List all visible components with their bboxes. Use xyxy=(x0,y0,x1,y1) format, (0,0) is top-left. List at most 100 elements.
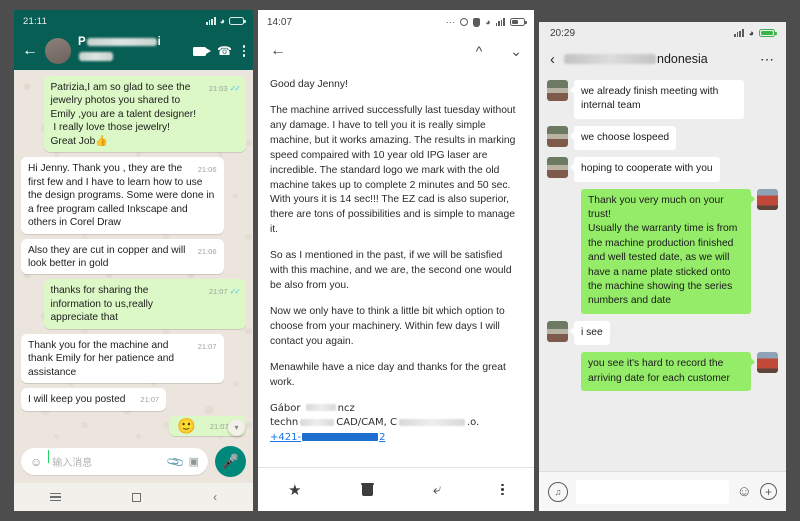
signal-bars-icon xyxy=(734,29,744,37)
redaction-bar xyxy=(86,37,157,46)
message-text: thanks for sharing the information to us… xyxy=(50,285,156,324)
wifi-icon: ◕ xyxy=(748,27,754,38)
back-arrow-icon[interactable]: ← xyxy=(22,43,38,59)
status-icons: ⋯ ◕ xyxy=(445,16,527,28)
chevron-down-icon[interactable]: ▾ xyxy=(228,419,245,436)
message-time: 21:07 xyxy=(208,287,228,297)
trash-icon[interactable] xyxy=(360,483,374,496)
redaction-bar xyxy=(300,418,335,426)
whatsapp-status-bar: 21:11 ◕ xyxy=(14,10,253,32)
chevron-up-icon[interactable]: ^ xyxy=(476,43,483,60)
home-icon[interactable] xyxy=(132,492,142,502)
wechat-input-bar: ♫ ☺ + xyxy=(539,471,786,511)
avatar[interactable] xyxy=(547,125,568,147)
chat-title-text: ndonesia xyxy=(657,52,708,66)
back-icon[interactable]: ‹ xyxy=(213,490,217,504)
signature-role: techn CAD/CAM, C .o. xyxy=(270,417,480,429)
wechat-message-list[interactable]: we already finish meeting with internal … xyxy=(539,74,786,471)
message-meta: 21:06 xyxy=(198,165,217,175)
contact-name-suffix: i xyxy=(157,36,161,48)
email-toolbar: ← ^ ⌄ xyxy=(258,34,534,68)
battery-icon xyxy=(229,17,246,25)
message-meta: 21:07 xyxy=(198,342,217,352)
message-text: Patrizia,I am so glad to see the jewelry… xyxy=(50,82,197,147)
signature-phone[interactable]: +421- 2 xyxy=(270,431,522,446)
email-signature: Gábor ncz techn CAD/CAM, C .o. +421- 2 xyxy=(270,402,522,446)
message-bubble: 21:03 ✓✓ Patrizia,I am so glad to see the… xyxy=(43,76,246,153)
screenshot-stage: 21:11 ◕ ← Pi ☎ 21:03 ✓✓ Patrizia,I am so… xyxy=(0,0,800,521)
android-nav-bar: ‹ xyxy=(14,483,253,511)
overflow-menu-icon[interactable] xyxy=(242,45,245,57)
contact-name-block[interactable]: Pi xyxy=(78,36,186,66)
status-clock: 20:29 xyxy=(550,27,576,39)
paperclip-icon[interactable]: 📎 xyxy=(165,451,185,471)
message-time: 21:07 xyxy=(209,421,229,431)
avatar[interactable] xyxy=(45,38,71,64)
header-actions: ☎ xyxy=(192,44,245,58)
message-text: Hi Jenny. Thank you , they are the first… xyxy=(28,163,218,229)
emoji-icon[interactable]: ☺ xyxy=(30,455,42,469)
read-receipt-icon: ✓✓ xyxy=(229,287,241,297)
message-input[interactable]: ☺ 输入消息 📎 ▣ xyxy=(21,448,208,475)
avatar[interactable] xyxy=(547,320,568,342)
message-bubble: 21:06 Hi Jenny. Thank you , they are the… xyxy=(21,157,224,234)
message-time: 21:06 xyxy=(197,246,217,256)
back-chevron-icon[interactable]: ‹ xyxy=(550,51,555,68)
message-meta: 21:07✓✓ xyxy=(208,287,241,298)
avatar[interactable] xyxy=(757,352,778,374)
message-input-placeholder: 输入消息 xyxy=(48,450,92,469)
redaction-bar xyxy=(302,432,379,441)
email-panel: 14:07 ⋯ ◕ ← ^ ⌄ Good day Jenny! The mach… xyxy=(258,10,534,511)
wifi-icon: ◕ xyxy=(485,16,491,27)
emoji-icon[interactable]: ☺ xyxy=(737,483,752,500)
message-bubble: I will keep you posted 21:07 xyxy=(21,388,167,411)
contact-name-prefix: P xyxy=(78,36,86,48)
emoji-glyph: 🙂 xyxy=(177,417,196,435)
wechat-status-bar: 20:29 ◕ xyxy=(539,22,786,44)
message-bubble: 21:06 Also they are cut in copper and wi… xyxy=(21,238,224,275)
message-bubble: we choose lospeed xyxy=(569,125,677,151)
camera-icon[interactable]: ▣ xyxy=(189,455,199,468)
phone-call-icon[interactable]: ☎ xyxy=(217,44,232,58)
message-bubble: 21:07 Thank you for the machine and than… xyxy=(21,333,224,384)
back-arrow-icon[interactable]: ← xyxy=(270,42,286,60)
message-text: I will keep you posted xyxy=(28,394,126,406)
avatar[interactable] xyxy=(547,157,568,179)
message-row: you see it's hard to record the arriving… xyxy=(547,352,778,392)
microphone-icon[interactable]: 🎤 xyxy=(215,446,246,477)
email-paragraph: Menawhile have a nice day and thanks for… xyxy=(270,361,506,388)
star-icon[interactable]: ★ xyxy=(288,481,301,499)
email-nav-actions: ^ ⌄ xyxy=(476,43,522,60)
message-row: Thank you very much on your trust! Usual… xyxy=(547,188,778,314)
message-time: 21:06 xyxy=(197,165,217,175)
message-input[interactable] xyxy=(576,479,729,504)
read-receipt-icon: ✓✓ xyxy=(229,84,241,93)
video-call-icon[interactable] xyxy=(192,46,211,56)
message-bubble: i see xyxy=(570,320,610,346)
voice-input-icon[interactable]: ♫ xyxy=(548,481,568,502)
chevron-down-icon[interactable]: ⌄ xyxy=(510,43,522,60)
signature-name: Gábor ncz xyxy=(270,402,355,414)
message-bubble: hoping to cooperate with you xyxy=(570,157,720,182)
more-icon: ⋯ xyxy=(445,16,456,27)
whatsapp-message-list[interactable]: 21:03 ✓✓ Patrizia,I am so glad to see the… xyxy=(14,70,253,441)
redaction-bar xyxy=(564,54,656,64)
circle-icon xyxy=(460,18,469,26)
more-dots-icon[interactable]: ⋯ xyxy=(760,51,775,68)
overflow-menu-icon[interactable] xyxy=(501,483,504,496)
shield-icon xyxy=(473,17,481,27)
message-time: 21:03 xyxy=(208,84,228,93)
avatar[interactable] xyxy=(757,188,778,210)
message-bubble: 21:07 ✓✓ thanks for sharing the informati… xyxy=(43,279,246,329)
message-row: i see xyxy=(547,320,778,346)
email-status-bar: 14:07 ⋯ ◕ xyxy=(258,10,534,34)
recents-icon[interactable] xyxy=(49,492,61,502)
reply-icon[interactable]: ⤶ xyxy=(433,481,441,498)
plus-icon[interactable]: + xyxy=(760,483,777,500)
message-time: 21:07 xyxy=(140,395,160,405)
signal-bars-icon xyxy=(495,18,505,26)
signal-bars-icon xyxy=(206,17,216,25)
whatsapp-input-bar: ☺ 输入消息 📎 ▣ 🎤 xyxy=(14,441,253,483)
email-paragraph: So as I mentioned in the past, if we wil… xyxy=(270,250,512,292)
avatar[interactable] xyxy=(547,80,568,101)
